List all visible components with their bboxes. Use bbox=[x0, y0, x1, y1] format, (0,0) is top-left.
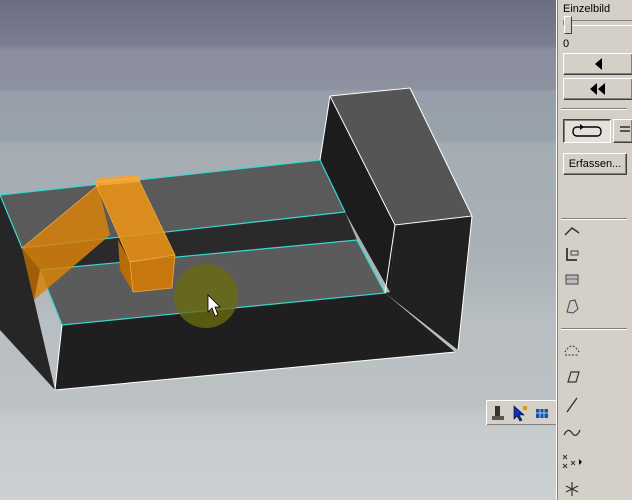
pipe-tool-icon[interactable] bbox=[561, 243, 583, 265]
model-scene bbox=[0, 87, 473, 391]
rewind-button[interactable] bbox=[563, 78, 632, 100]
surface-tool-icon[interactable] bbox=[561, 268, 583, 290]
shape-tool-icon[interactable] bbox=[561, 295, 583, 317]
dashed-curve-icon[interactable] bbox=[561, 338, 583, 360]
triangle-left-icon bbox=[595, 58, 602, 70]
spline-tool-icon[interactable] bbox=[561, 421, 583, 443]
measure-tool-icon[interactable] bbox=[489, 404, 507, 422]
select-arrow-icon[interactable] bbox=[511, 404, 529, 422]
loop-button[interactable] bbox=[563, 119, 611, 143]
parallelogram-icon[interactable] bbox=[561, 366, 583, 388]
view-toolbar bbox=[486, 400, 556, 425]
grid-icon[interactable] bbox=[533, 404, 551, 422]
double-triangle-left-icon bbox=[590, 83, 605, 95]
palette-separator bbox=[561, 328, 627, 330]
frame-slider-track[interactable] bbox=[563, 20, 632, 26]
frame-slider-thumb[interactable] bbox=[564, 16, 572, 34]
3d-viewport[interactable] bbox=[0, 0, 556, 500]
points-tool-icon[interactable] bbox=[561, 450, 583, 472]
animation-panel: Einzelbild 0 Erfassen... bbox=[556, 0, 632, 500]
arrow-right-icon bbox=[620, 126, 630, 132]
separator bbox=[561, 108, 627, 110]
frame-value: 0 bbox=[563, 38, 570, 50]
frame-title: Einzelbild bbox=[563, 3, 611, 15]
line-tool-icon[interactable] bbox=[561, 394, 583, 416]
bend-tool-icon[interactable] bbox=[561, 219, 583, 241]
star-tool-icon[interactable] bbox=[561, 477, 583, 499]
prev-frame-button[interactable] bbox=[563, 53, 632, 75]
capture-button-label: Erfassen... bbox=[568, 158, 622, 170]
play-once-button[interactable] bbox=[613, 119, 632, 143]
capture-button[interactable]: Erfassen... bbox=[563, 153, 627, 175]
loop-icon bbox=[572, 124, 602, 137]
cursor-highlight bbox=[174, 264, 238, 328]
